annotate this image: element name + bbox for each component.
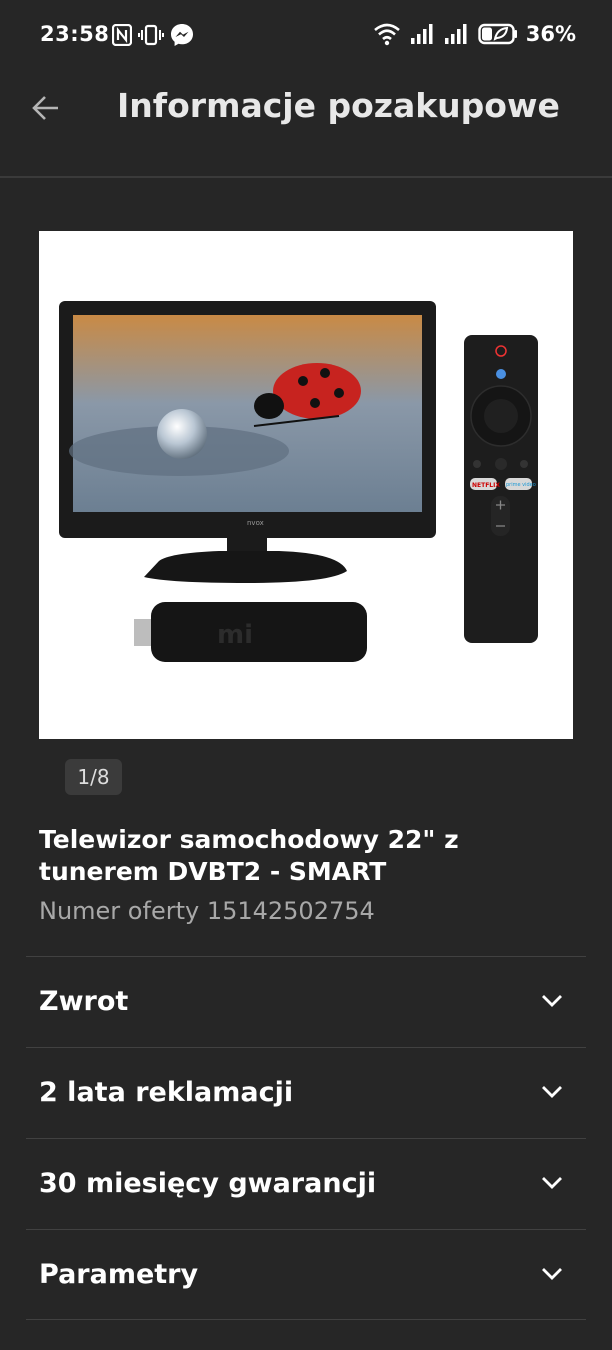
product-title: Telewizor samochodowy 22" z tunerem DVBT… [39, 825, 459, 886]
stick-logo: mi [217, 620, 253, 650]
offer-number: Numer oferty 15142502754 [39, 897, 375, 925]
tv-brand-label: nvox [247, 519, 264, 527]
prime-video-label: prime video [506, 482, 536, 488]
image-counter: 1/8 [65, 759, 122, 795]
arrow-left-icon [32, 96, 58, 120]
battery-saver-icon [478, 23, 517, 45]
section-warranty[interactable]: 30 miesięcy gwarancji [26, 1138, 586, 1229]
wifi-icon [373, 23, 400, 46]
battery-percentage: 36% [525, 22, 576, 46]
back-button[interactable] [28, 90, 64, 126]
signal-icon [410, 24, 433, 44]
chevron-down-icon [542, 1086, 562, 1098]
product-image[interactable]: nvox NETFLIX prime video mi [39, 231, 573, 739]
section-returns[interactable]: Zwrot [26, 956, 586, 1047]
status-time: 23:58 [40, 22, 110, 46]
product-photo: nvox NETFLIX prime video mi [59, 301, 538, 662]
header-divider [0, 176, 612, 178]
section-label: 2 lata reklamacji [39, 1077, 294, 1108]
chevron-down-icon [542, 1268, 562, 1280]
section-parameters[interactable]: Parametry [26, 1229, 586, 1320]
section-label: 30 miesięcy gwarancji [39, 1168, 377, 1199]
netflix-label: NETFLIX [472, 482, 500, 489]
info-sections: Zwrot 2 lata reklamacji 30 miesięcy gwar… [26, 956, 586, 1320]
section-label: Parametry [39, 1259, 199, 1290]
section-label: Zwrot [39, 986, 129, 1017]
chevron-down-icon [542, 1177, 562, 1189]
vibrate-icon [138, 24, 164, 46]
nfc-icon [112, 24, 132, 46]
status-bar: 23:58 36% [0, 0, 612, 70]
section-complaints[interactable]: 2 lata reklamacji [26, 1047, 586, 1138]
messenger-icon [171, 24, 193, 46]
chevron-down-icon [542, 995, 562, 1007]
page-title: Informacje pozakupowe [117, 86, 560, 125]
app-header: Informacje pozakupowe [0, 70, 612, 178]
signal-icon [444, 24, 467, 44]
